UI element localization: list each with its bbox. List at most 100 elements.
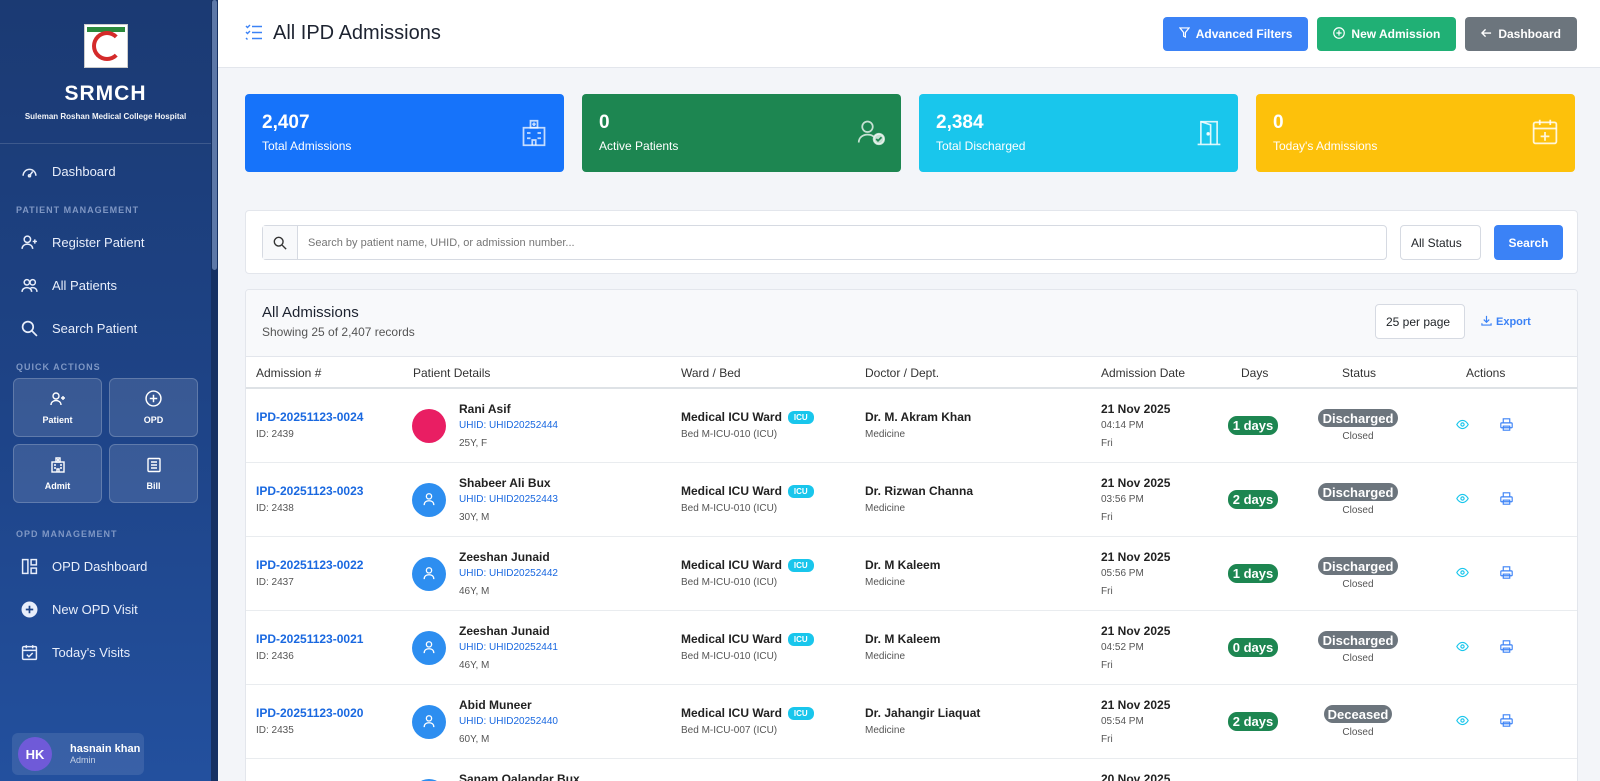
sidebar-item-register-patient[interactable]: Register Patient — [0, 221, 211, 264]
quick-action-patient[interactable]: Patient — [13, 378, 102, 437]
admission-weekday: Fri — [1101, 512, 1113, 523]
ward-label: Medical ICU Ward — [681, 410, 782, 424]
search-icon — [263, 226, 298, 259]
search-button[interactable]: Search — [1494, 225, 1563, 260]
sidebar-item-dashboard[interactable]: Dashboard — [0, 150, 211, 193]
status-badge: Discharged — [1318, 557, 1398, 575]
plus-circle-filled-icon — [20, 601, 38, 619]
status-badge: Discharged — [1318, 631, 1398, 649]
department: Medicine — [865, 503, 906, 514]
person-icon — [422, 566, 436, 583]
table-row[interactable]: IPD-20251123-0020 ID: 2435 Abid Muneer UHID… — [246, 685, 1577, 759]
doctor-name: Dr. M Kaleem — [865, 558, 941, 572]
admission-time: 03:56 PM — [1101, 494, 1144, 505]
view-icon[interactable] — [1456, 418, 1469, 434]
print-icon[interactable] — [1500, 640, 1513, 656]
hospital-logo — [83, 24, 128, 68]
quick-action-admit[interactable]: Admit — [13, 444, 102, 503]
advanced-filters-button[interactable]: Advanced Filters — [1162, 17, 1309, 51]
ward-name: Medical ICU Ward ICU — [681, 706, 814, 720]
patient-uhid-link[interactable]: UHID: UHID20252440 — [459, 716, 558, 727]
dashboard-button[interactable]: Dashboard — [1465, 17, 1577, 51]
stat-value: 2,407 — [262, 112, 310, 133]
column-header: Admission Date — [1101, 366, 1186, 380]
stat-value: 0 — [599, 112, 610, 133]
admission-time: 04:52 PM — [1101, 642, 1144, 653]
brand-subtitle: Suleman Roshan Medical College Hospital — [24, 112, 187, 121]
print-icon[interactable] — [1500, 714, 1513, 730]
admission-number-link[interactable]: IPD-20251123-0020 — [256, 706, 363, 720]
quick-action-bill[interactable]: Bill — [109, 444, 198, 503]
stat-card-todays-admissions: 0 Today's Admissions — [1256, 94, 1575, 172]
quick-action-opd[interactable]: OPD — [109, 378, 198, 437]
status-select[interactable]: All Status — [1400, 225, 1481, 260]
table-row[interactable]: IPD-20251123-0021 ID: 2436 Zeeshan Junaid U… — [246, 611, 1577, 685]
list-check-icon — [245, 24, 263, 43]
view-icon[interactable] — [1456, 714, 1469, 730]
ward-label: Medical ICU Ward — [681, 632, 782, 646]
calendar-plus-icon — [1531, 118, 1559, 149]
records-count: Showing 25 of 2,407 records — [262, 325, 415, 339]
status-badge: Discharged — [1318, 409, 1398, 427]
days-badge: 1 days — [1228, 416, 1278, 435]
per-page-select[interactable]: 25 per page — [1375, 304, 1465, 339]
patient-name: Abid Muneer — [459, 698, 532, 712]
sidebar-item-opd-dashboard[interactable]: OPD Dashboard — [0, 545, 211, 588]
stat-card-active-patients: 0 Active Patients — [582, 94, 901, 172]
filter-icon — [1178, 27, 1191, 41]
hospital-icon — [50, 456, 66, 475]
person-icon — [422, 492, 436, 509]
patient-uhid-link[interactable]: UHID: UHID20252441 — [459, 642, 558, 653]
admission-number-link[interactable]: IPD-20251123-0024 — [256, 410, 363, 424]
table-row[interactable]: IPD-20251123-0023 ID: 2438 Shabeer Ali Bux… — [246, 463, 1577, 537]
view-icon[interactable] — [1456, 640, 1469, 656]
print-icon[interactable] — [1500, 566, 1513, 582]
ward-type-badge: ICU — [787, 558, 814, 572]
ward-name: Medical ICU Ward ICU — [681, 558, 814, 572]
days-badge: 2 days — [1228, 712, 1278, 731]
button-label: Dashboard — [1498, 27, 1561, 41]
ward-type-badge: ICU — [787, 632, 814, 646]
admission-number-link[interactable]: IPD-20251123-0023 — [256, 484, 363, 498]
sidebar-item-label: All Patients — [52, 278, 118, 293]
export-button[interactable]: Export — [1481, 315, 1531, 329]
quick-action-label: Admit — [44, 480, 71, 491]
patient-age-gender: 30Y, M — [459, 512, 490, 523]
sidebar-item-label: Register Patient — [52, 235, 145, 250]
ward-name: Medical ICU Ward ICU — [681, 632, 814, 646]
print-icon[interactable] — [1500, 492, 1513, 508]
table-row[interactable]: IPD-20251123-0024 ID: 2439 Rani Asif UHID: … — [246, 389, 1577, 463]
table-header-bar: All Admissions Showing 25 of 2,407 recor… — [246, 290, 1577, 357]
table-row[interactable]: IPD-20251123-0022 ID: 2437 Zeeshan Junaid U… — [246, 537, 1577, 611]
print-icon[interactable] — [1500, 418, 1513, 434]
sidebar-item-todays-visits[interactable]: Today's Visits — [0, 631, 211, 674]
new-admission-button[interactable]: New Admission — [1317, 17, 1457, 51]
ward-type-badge: ICU — [787, 706, 814, 720]
status-sub: Closed — [1342, 727, 1374, 738]
sidebar: SRMCH Suleman Roshan Medical College Hos… — [0, 0, 218, 781]
patient-avatar — [412, 409, 446, 443]
sidebar-item-new-opd-visit[interactable]: New OPD Visit — [0, 588, 211, 631]
person-plus-icon — [49, 391, 66, 409]
view-icon[interactable] — [1456, 566, 1469, 582]
admission-weekday: Fri — [1101, 734, 1113, 745]
search-input[interactable] — [298, 236, 1378, 249]
user-name: hasnain khan — [70, 743, 141, 755]
stat-card-total-discharged: 2,384 Total Discharged — [919, 94, 1238, 172]
patient-avatar — [412, 705, 446, 739]
table-row[interactable]: Sanam Qalandar Bux 20 Nov 2025 — [246, 759, 1577, 781]
patient-name: Sanam Qalandar Bux — [459, 772, 580, 781]
user-profile[interactable]: HK hasnain khan Admin — [12, 733, 144, 775]
patient-uhid-link[interactable]: UHID: UHID20252442 — [459, 568, 558, 579]
sidebar-item-search-patient[interactable]: Search Patient — [0, 307, 211, 350]
admission-number-link[interactable]: IPD-20251123-0021 — [256, 632, 363, 646]
days-badge: 1 days — [1228, 564, 1278, 583]
header-actions: Advanced Filters New Admission Dashboard — [1162, 17, 1577, 51]
admission-number-link[interactable]: IPD-20251123-0022 — [256, 558, 363, 572]
view-icon[interactable] — [1456, 492, 1469, 508]
sidebar-item-all-patients[interactable]: All Patients — [0, 264, 211, 307]
patient-uhid-link[interactable]: UHID: UHID20252443 — [459, 494, 558, 505]
patient-uhid-link[interactable]: UHID: UHID20252444 — [459, 420, 558, 431]
table-column-headers: Admission # Patient Details Ward / Bed D… — [246, 357, 1577, 389]
sidebar-scrollbar-thumb[interactable] — [212, 0, 217, 270]
